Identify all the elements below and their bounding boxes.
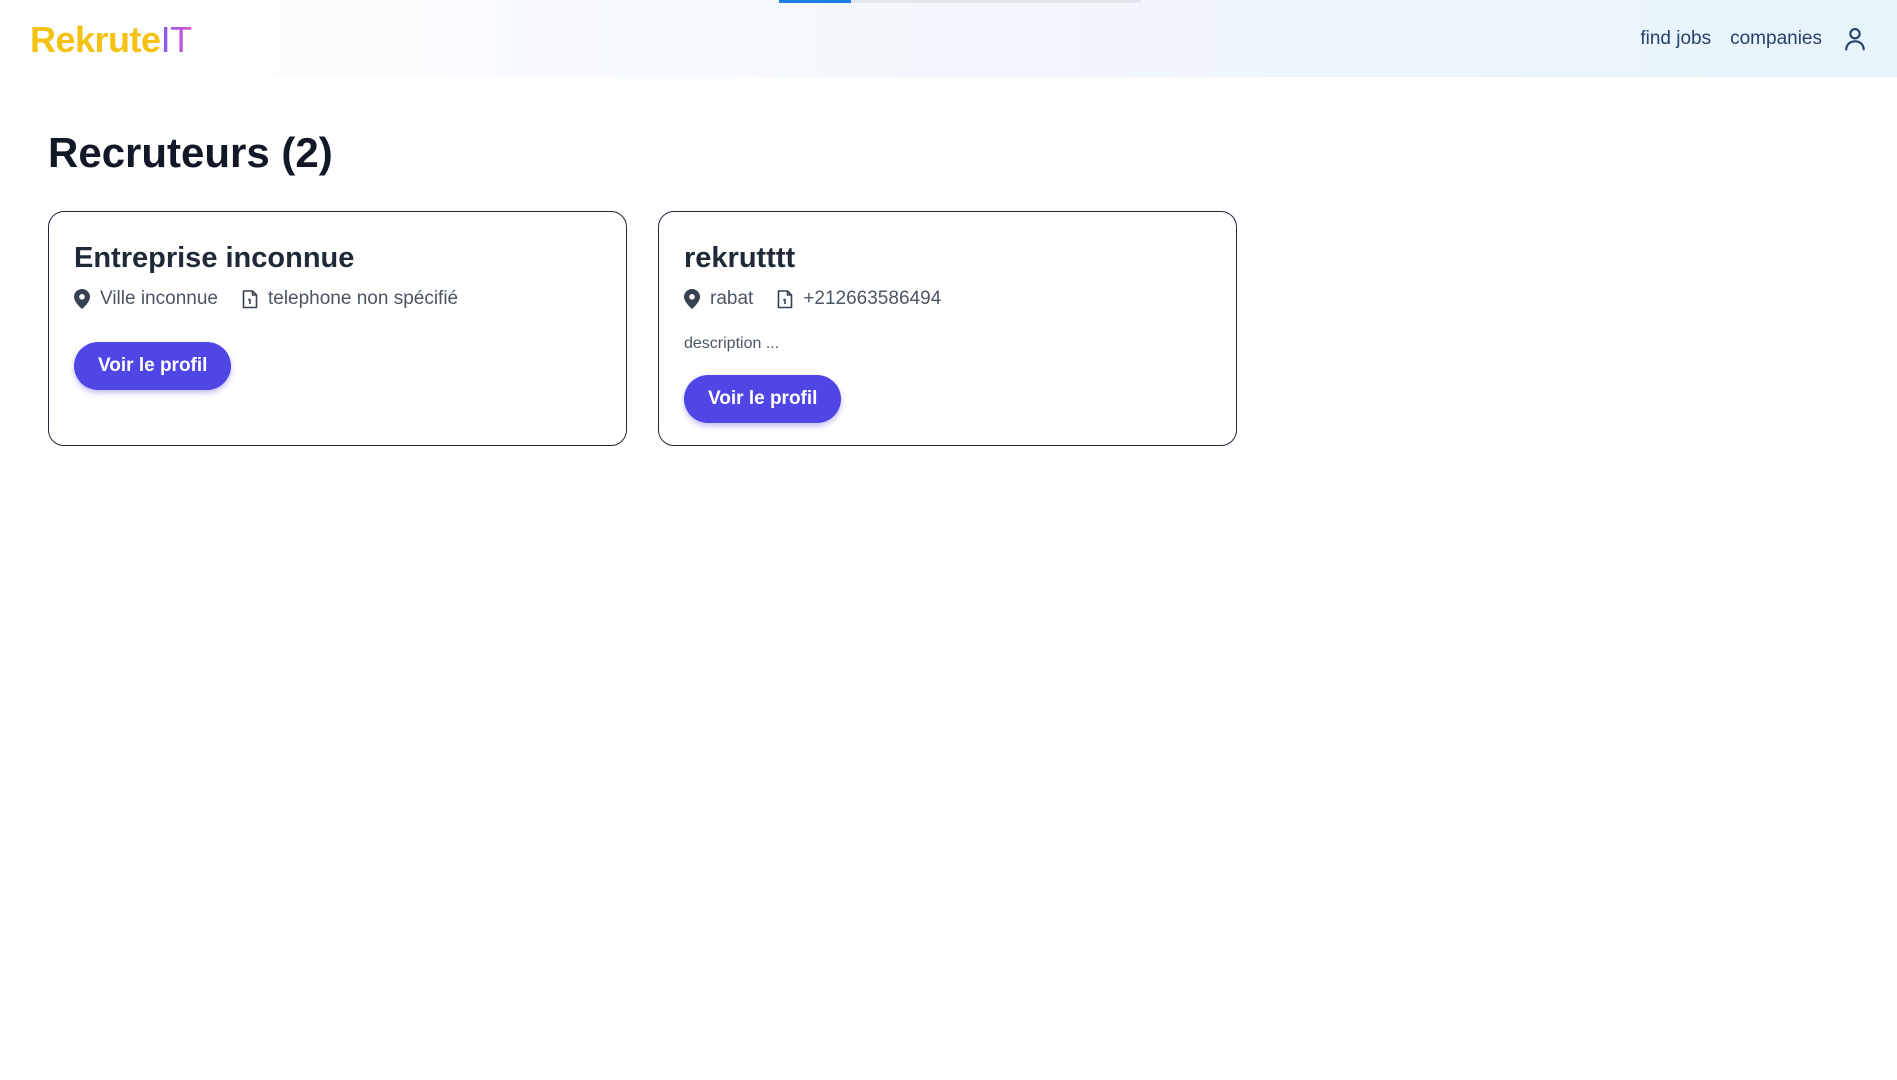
page-loading-bar-fill [779, 0, 852, 3]
recruiter-card: rekrutttt rabat +212663586494 descriptio… [658, 211, 1237, 446]
recruiter-phone: +212663586494 [777, 288, 941, 310]
recruiter-name: Entreprise inconnue [74, 242, 355, 274]
recruiter-phone-label: telephone non spécifié [267, 288, 459, 309]
page-loading-bar [779, 0, 1141, 3]
recruiter-phone: telephone non spécifié [242, 288, 458, 310]
recruiter-city: Ville inconnue [74, 288, 218, 310]
recruiter-card: Entreprise inconnue Ville inconnue telep… [48, 211, 627, 446]
main-nav: find jobs companies [1640, 22, 1869, 56]
logo[interactable]: RekruteIT [30, 18, 192, 62]
view-profile-button[interactable]: Voir le profil [74, 342, 232, 390]
recruiter-city-label: rabat [710, 288, 754, 309]
logo-text-accent: IT [160, 19, 193, 60]
nav-link-find-jobs[interactable]: find jobs [1640, 28, 1711, 50]
logo-text-primary: Rekrute [30, 19, 161, 60]
recruiter-city-label: Ville inconnue [100, 288, 218, 309]
user-icon[interactable] [1841, 25, 1869, 53]
recruiter-description: description ... [684, 335, 780, 352]
nav-link-companies[interactable]: companies [1730, 28, 1822, 50]
recruiter-meta: Ville inconnue telephone non spécifié [74, 288, 482, 310]
view-profile-button[interactable]: Voir le profil [684, 375, 842, 423]
recruiter-meta: rabat +212663586494 [684, 288, 965, 310]
recruiter-phone-label: +212663586494 [803, 288, 942, 309]
location-pin-icon [684, 289, 700, 309]
location-pin-icon [74, 289, 90, 309]
recruiter-city: rabat [684, 288, 753, 310]
document-icon [778, 289, 793, 308]
top-navbar: RekruteIT find jobs companies [0, 0, 1897, 77]
recruiter-name: rekrutttt [684, 242, 796, 274]
page-title: Recruteurs (2) [48, 129, 333, 176]
document-icon [242, 289, 258, 308]
